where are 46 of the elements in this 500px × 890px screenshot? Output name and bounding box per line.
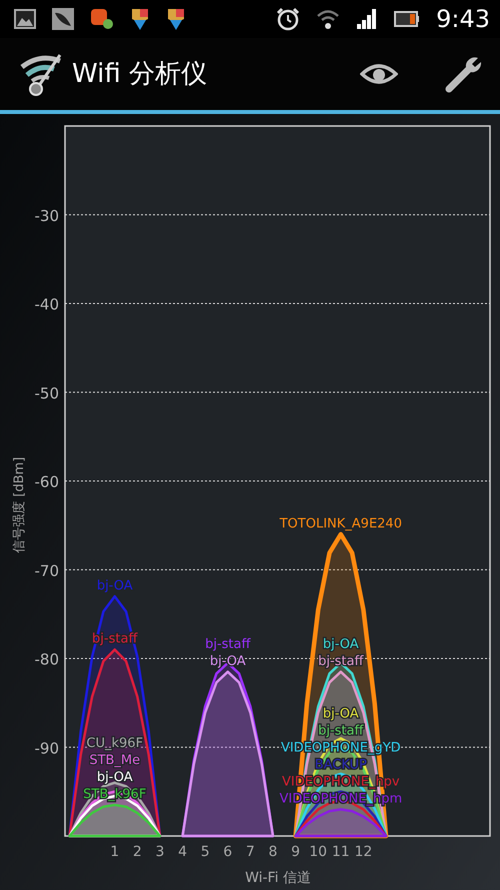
y-tick-label: -50 (34, 384, 59, 402)
x-axis-title: Wi-Fi 信道 (245, 870, 311, 886)
download-icon (130, 7, 150, 31)
wifi-icon (316, 8, 340, 30)
eye-icon[interactable] (360, 61, 398, 87)
x-tick-label: 6 (223, 844, 232, 860)
battery-icon (394, 10, 420, 28)
network-label: TOTOLINK_A9E240 (280, 516, 402, 532)
clock-time: 9:43 (436, 7, 490, 31)
network-label: bj-OA (322, 706, 359, 722)
app-title: Wifi 分析仪 (72, 61, 208, 87)
network-label: VIDEOPHONE_hpm (279, 791, 402, 806)
picture-icon (14, 9, 36, 29)
pea-pod-icon (52, 8, 74, 30)
network-label: bj-OA (96, 770, 133, 785)
x-tick-label: 11 (332, 844, 350, 860)
x-tick-label: 9 (291, 844, 300, 860)
download-icon (166, 7, 186, 31)
y-tick-label: -40 (34, 296, 59, 314)
x-tick-label: 4 (178, 844, 188, 860)
x-tick-label: 12 (354, 844, 372, 860)
x-tick-label: 1 (110, 844, 120, 860)
x-tick-label: 8 (268, 844, 278, 860)
alarm-icon (276, 7, 300, 31)
y-tick-label: -30 (34, 206, 59, 225)
network-label: VIDEOPHONE_hpv (282, 774, 400, 790)
network-label: bj-OA (210, 654, 246, 669)
y-tick-label: -90 (34, 739, 59, 758)
network-label: bj-staff (318, 654, 364, 669)
y-tick-label: -80 (34, 650, 59, 668)
app-notification-icon (90, 8, 114, 30)
x-tick-label: 3 (155, 844, 164, 860)
x-tick-label: 2 (132, 844, 142, 860)
network-label: STB_Me (89, 752, 140, 768)
signal-icon (356, 8, 378, 30)
y-axis-title: 信号强度 [dBm] (12, 456, 27, 554)
network-label: bj-staff (205, 636, 250, 652)
network-label: bj-OA (322, 636, 359, 652)
y-tick-label: -60 (34, 473, 59, 491)
network-label: bj-staff (318, 723, 364, 738)
x-tick-label: 5 (200, 844, 210, 860)
network-label: bj-OA (96, 578, 133, 594)
x-tick-label: 7 (246, 844, 255, 860)
x-tick-label: 10 (309, 844, 328, 860)
y-tick-label: -70 (34, 562, 59, 580)
network-label: CU_k96F (86, 736, 144, 751)
